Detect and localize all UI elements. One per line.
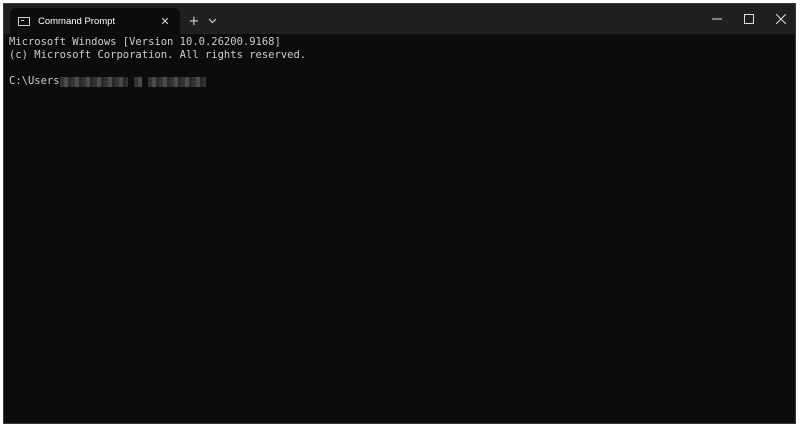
minimize-icon <box>712 18 722 20</box>
close-window-button[interactable] <box>764 4 795 34</box>
terminal-icon <box>18 16 30 26</box>
title-bar: Command Prompt ✕ + <box>4 4 795 34</box>
tab-command-prompt[interactable]: Command Prompt ✕ <box>10 8 180 34</box>
terminal-window: Command Prompt ✕ + Microsoft Windows [Ve… <box>3 3 796 424</box>
maximize-icon <box>744 14 754 24</box>
maximize-button[interactable] <box>732 4 766 34</box>
copyright-line: (c) Microsoft Corporation. All rights re… <box>9 49 307 61</box>
redacted-username <box>59 77 128 87</box>
tab-dropdown-button[interactable] <box>204 11 220 31</box>
tab-close-button[interactable]: ✕ <box>156 12 174 30</box>
minimize-button[interactable] <box>700 4 734 34</box>
command-prompt-line[interactable]: C:\Users <box>9 75 790 88</box>
prompt-path: C:\Users <box>9 75 60 87</box>
close-icon <box>776 14 786 24</box>
terminal-output[interactable]: Microsoft Windows [Version 10.0.26200.91… <box>9 36 790 418</box>
redacted-username <box>147 77 206 87</box>
version-line: Microsoft Windows [Version 10.0.26200.91… <box>9 36 281 48</box>
tab-title: Command Prompt <box>38 15 116 27</box>
new-tab-button[interactable]: + <box>184 11 204 31</box>
redacted-username <box>133 77 142 87</box>
chevron-down-icon <box>208 18 216 24</box>
